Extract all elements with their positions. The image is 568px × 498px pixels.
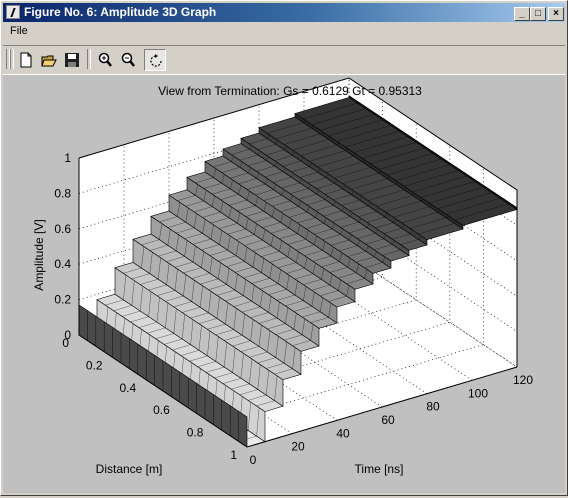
chart-title: View from Termination: Gs = 0.6129 Gt = … — [158, 84, 422, 98]
x-tick-label: 0.8 — [187, 426, 204, 440]
z-tick-label: 1 — [64, 151, 71, 165]
close-button[interactable]: × — [548, 7, 564, 21]
x-tick-label: 0.6 — [153, 403, 170, 417]
new-file-icon — [18, 52, 34, 68]
figure-window: Figure No. 6: Amplitude 3D Graph _ □ × F… — [0, 0, 568, 496]
save-button[interactable] — [61, 49, 83, 71]
rotate-3d-icon — [148, 53, 164, 69]
x-axis-label: Distance [m] — [96, 462, 163, 476]
open-file-button[interactable] — [38, 49, 60, 71]
y-tick-label: 40 — [336, 426, 350, 440]
plot-area: 00.20.40.60.8100.20.40.60.81020406080100… — [3, 75, 565, 493]
z-tick-label: 0.6 — [54, 222, 71, 236]
toolbar-grip-2 — [10, 49, 14, 69]
zoom-in-button[interactable] — [94, 49, 116, 71]
y-tick-label: 20 — [291, 440, 305, 454]
toolbar — [3, 45, 565, 75]
maximize-button[interactable]: □ — [530, 7, 546, 21]
y-tick-label: 0 — [250, 453, 257, 467]
z-tick-label: 0.4 — [54, 257, 71, 271]
save-disk-icon — [64, 52, 80, 68]
new-file-button[interactable] — [15, 49, 37, 71]
minimize-button[interactable]: _ — [514, 7, 530, 21]
z-tick-label: 0.8 — [54, 186, 71, 200]
menu-file[interactable]: File — [10, 25, 28, 37]
y-axis-label: Time [ns] — [355, 462, 404, 476]
z-tick-label: 0.2 — [54, 293, 71, 307]
menu-bar: File — [3, 23, 565, 41]
amplitude-3d-chart[interactable]: 00.20.40.60.8100.20.40.60.81020406080100… — [3, 75, 565, 493]
zoom-out-icon — [120, 52, 136, 68]
toolbar-separator — [87, 49, 91, 69]
matlab-app-icon — [6, 5, 20, 19]
window-title: Figure No. 6: Amplitude 3D Graph — [24, 3, 216, 22]
open-folder-icon — [41, 52, 57, 68]
rotate-3d-button[interactable] — [144, 49, 166, 71]
title-bar[interactable]: Figure No. 6: Amplitude 3D Graph _ □ × — [3, 3, 565, 22]
x-tick-label: 0.2 — [86, 358, 103, 372]
y-tick-label: 60 — [381, 413, 395, 427]
x-tick-label: 1 — [230, 448, 237, 462]
y-tick-label: 120 — [513, 373, 533, 387]
z-axis-label: Amplitude [V] — [32, 219, 46, 290]
zoom-out-button[interactable] — [117, 49, 139, 71]
y-tick-label: 80 — [426, 400, 440, 414]
y-tick-label: 100 — [468, 386, 488, 400]
zoom-in-icon — [97, 52, 113, 68]
x-tick-label: 0 — [62, 336, 69, 350]
x-tick-label: 0.4 — [120, 381, 137, 395]
